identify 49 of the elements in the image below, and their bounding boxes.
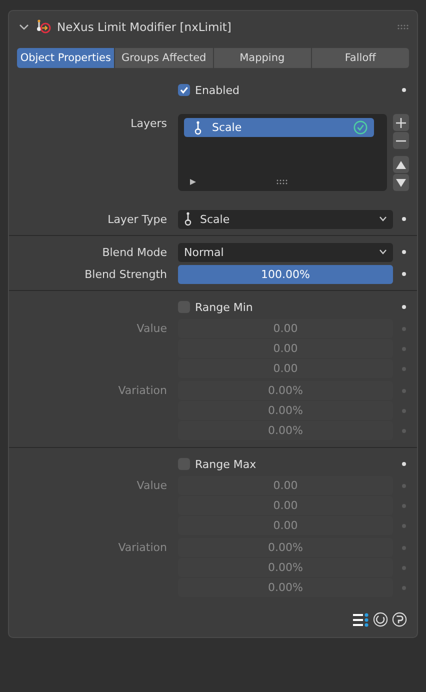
expand-triangle-icon[interactable] [190,179,196,185]
tab[interactable]: Falloff [312,48,409,68]
field-label: Blend Strength [84,268,167,280]
keyframe-dot-icon[interactable] [402,250,406,254]
field-label: Blend Mode [102,246,167,258]
dropdown-value: Scale [200,212,231,226]
blend-strength-slider[interactable]: 100.00% [178,264,393,284]
check-circle-icon[interactable] [353,120,368,135]
plus-icon [396,118,406,128]
resize-grip-icon[interactable] [276,179,288,185]
keyframe-dot-icon[interactable] [402,88,406,92]
up-triangle-icon [396,160,406,168]
field-label: Variation [118,384,167,397]
keyframe-dot-icon[interactable] [402,462,406,466]
checkbox[interactable] [178,84,190,96]
move-down-button[interactable] [393,174,409,191]
layer-type-dropdown[interactable]: Scale [178,210,393,228]
checkbox-label: Range Max [195,458,256,470]
keyframe-dot-icon[interactable] [402,272,406,276]
blend-mode-dropdown[interactable]: Normal [178,242,393,262]
panel-title: NeXus Limit Modifier [nxLimit] [57,20,232,34]
field-label: Value [136,322,167,335]
chevron-down-icon [379,249,387,255]
move-up-button[interactable] [393,156,409,173]
keyframe-dot-icon[interactable] [402,305,406,309]
checkbox-label: Range Min [195,300,253,314]
field-label: Layers [130,117,167,130]
chevron-down-icon [379,216,387,222]
help-icon[interactable] [392,612,407,627]
dropdown-value: Normal [184,246,225,258]
list-icon[interactable] [353,612,369,626]
down-triangle-icon [396,178,406,186]
scale-tool-icon [184,212,192,226]
add-button[interactable] [393,114,409,131]
refresh-icon[interactable] [373,612,388,627]
tab[interactable]: Object Properties [17,48,114,68]
field-label: Variation [118,541,167,554]
tab[interactable]: Groups Affected [115,48,212,68]
layer-list-item[interactable]: Scale [184,118,374,137]
tab[interactable]: Mapping [214,48,311,68]
field-label: Value [136,479,167,492]
checkbox-label: Enabled [195,84,240,96]
field-label: Layer Type [108,212,167,226]
keyframe-dot-icon[interactable] [402,217,406,221]
modifier-icon [35,19,51,35]
scale-tool-icon [194,120,202,134]
collapse-caret-icon[interactable] [19,22,29,32]
remove-button[interactable] [393,132,409,149]
drag-handle-icon[interactable] [397,24,409,30]
